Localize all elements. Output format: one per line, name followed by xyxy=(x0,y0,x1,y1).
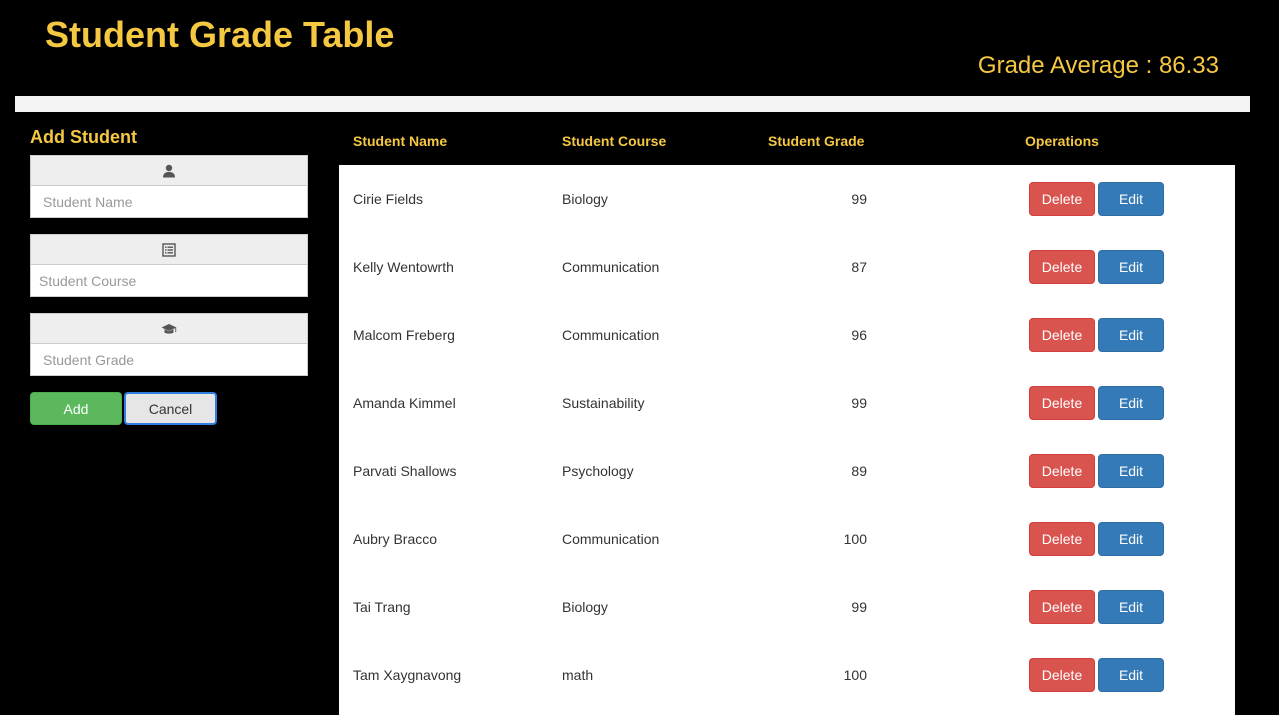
name-field-group xyxy=(30,155,308,218)
table-row: Aubry Bracco Communication 100 Delete Edit xyxy=(339,505,1235,573)
student-name-cell: Cirie Fields xyxy=(353,191,424,207)
student-course-cell: Sustainability xyxy=(562,395,645,411)
student-table: Cirie Fields Biology 99 Delete Edit Kelly Wen… xyxy=(339,165,1235,715)
table-row: Parvati Shallows Psychology 89 Delete Edit xyxy=(339,437,1235,505)
student-name-cell: Parvati Shallows xyxy=(353,463,457,479)
student-grade-cell: 99 xyxy=(851,191,867,207)
header-student-course: Student Course xyxy=(562,133,667,149)
student-grade-cell: 100 xyxy=(843,531,867,547)
edit-button[interactable]: Edit xyxy=(1098,318,1164,352)
delete-button[interactable]: Delete xyxy=(1029,386,1095,420)
header-divider xyxy=(15,96,1250,112)
header-operations: Operations xyxy=(1025,133,1099,149)
education-icon xyxy=(30,313,308,343)
delete-button[interactable]: Delete xyxy=(1029,658,1095,692)
table-row: Tai Trang Biology 99 Delete Edit xyxy=(339,573,1235,641)
student-name-cell: Malcom Freberg xyxy=(353,327,455,343)
header-student-grade: Student Grade xyxy=(768,133,865,149)
student-grade-cell: 99 xyxy=(851,599,867,615)
student-grade-cell: 89 xyxy=(851,463,867,479)
delete-button[interactable]: Delete xyxy=(1029,182,1095,216)
grade-average-value: 86.33 xyxy=(1158,52,1219,79)
grade-average-separator: : xyxy=(1138,52,1159,79)
table-row: Tam Xaygnavong math 100 Delete Edit xyxy=(339,641,1235,709)
user-icon xyxy=(30,155,308,185)
add-button[interactable]: Add xyxy=(30,392,122,425)
student-course-cell: Communication xyxy=(562,531,660,547)
list-alt-icon xyxy=(30,234,308,264)
edit-button[interactable]: Edit xyxy=(1098,182,1164,216)
student-name-cell: Amanda Kimmel xyxy=(353,395,456,411)
student-course-cell: Biology xyxy=(562,191,608,207)
table-row: Kelly Wentowrth Communication 87 Delete Edit xyxy=(339,233,1235,301)
delete-button[interactable]: Delete xyxy=(1029,250,1095,284)
student-grade-cell: 87 xyxy=(851,259,867,275)
delete-button[interactable]: Delete xyxy=(1029,590,1095,624)
page-title: Student Grade Table xyxy=(45,14,395,55)
student-grade-cell: 96 xyxy=(851,327,867,343)
form-buttons: Add Cancel xyxy=(30,392,308,425)
grade-field-group xyxy=(30,313,308,376)
table-row: Amanda Kimmel Sustainability 99 Delete Edit xyxy=(339,369,1235,437)
table-row: Malcom Freberg Communication 96 Delete Edit xyxy=(339,301,1235,369)
student-grade-input[interactable] xyxy=(30,343,308,376)
student-course-cell: math xyxy=(562,667,594,683)
delete-button[interactable]: Delete xyxy=(1029,318,1095,352)
edit-button[interactable]: Edit xyxy=(1098,454,1164,488)
table-row: Cirie Fields Biology 99 Delete Edit xyxy=(339,165,1235,233)
edit-button[interactable]: Edit xyxy=(1098,590,1164,624)
delete-button[interactable]: Delete xyxy=(1029,454,1095,488)
edit-button[interactable]: Edit xyxy=(1098,658,1164,692)
student-name-cell: Aubry Bracco xyxy=(353,531,438,547)
student-course-cell: Communication xyxy=(562,327,660,343)
add-student-heading: Add Student xyxy=(30,127,137,147)
cancel-button[interactable]: Cancel xyxy=(124,392,217,425)
add-student-form: Add Student Add Cancel xyxy=(30,125,308,425)
grade-average: Grade Average : 86.33 xyxy=(978,52,1219,80)
student-course-input[interactable] xyxy=(30,264,308,297)
student-course-cell: Biology xyxy=(562,599,608,615)
edit-button[interactable]: Edit xyxy=(1098,250,1164,284)
student-name-cell: Kelly Wentowrth xyxy=(353,259,454,275)
student-grade-cell: 100 xyxy=(843,667,867,683)
student-grade-cell: 99 xyxy=(851,395,867,411)
grade-average-label: Grade Average xyxy=(977,52,1139,79)
student-course-cell: Communication xyxy=(562,259,660,275)
student-course-cell: Psychology xyxy=(562,463,634,479)
delete-button[interactable]: Delete xyxy=(1029,522,1095,556)
edit-button[interactable]: Edit xyxy=(1098,386,1164,420)
edit-button[interactable]: Edit xyxy=(1098,522,1164,556)
course-field-group xyxy=(30,234,308,297)
student-name-input[interactable] xyxy=(30,185,308,218)
student-name-cell: Tam Xaygnavong xyxy=(353,667,462,683)
header-student-name: Student Name xyxy=(353,133,448,149)
table-header: Student Name Student Course Student Grad… xyxy=(339,118,1235,165)
student-name-cell: Tai Trang xyxy=(353,599,411,615)
